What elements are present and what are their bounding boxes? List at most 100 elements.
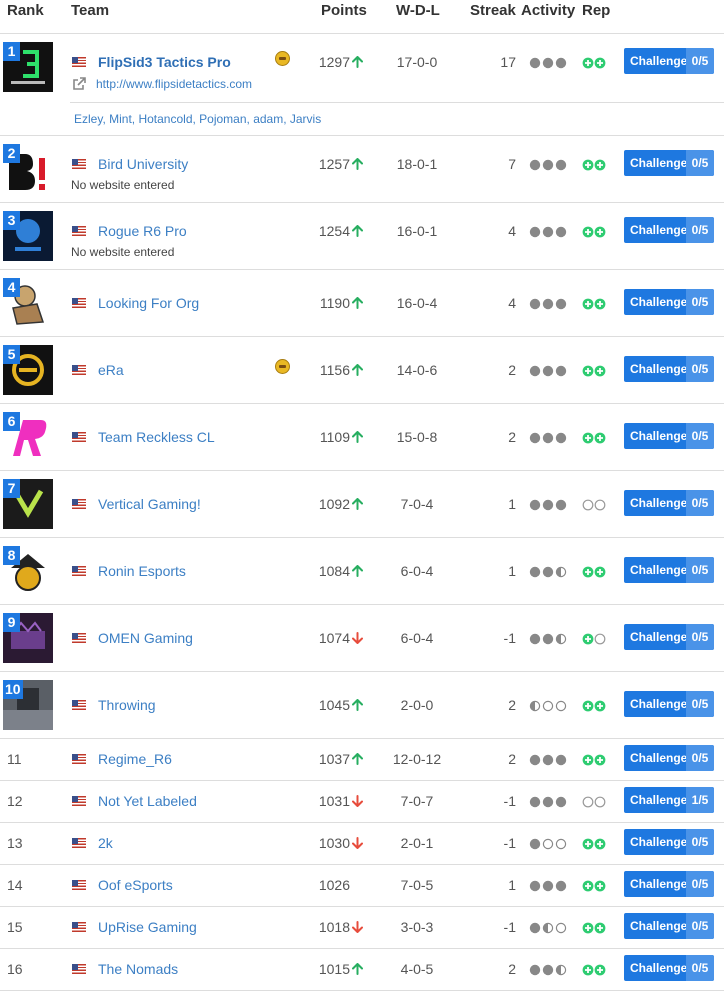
challenge-count: 0/5 <box>686 490 714 516</box>
team-name-link[interactable]: FlipSid3 Tactics Pro <box>98 54 231 70</box>
challenge-button[interactable]: Challenge 0/5 <box>624 745 714 771</box>
table-row: 8 Ronin Esports 1084 6-0-4 1 Challenge 0/5 <box>0 538 724 605</box>
reputation-icon <box>582 297 610 310</box>
reputation-icon <box>582 795 610 808</box>
table-row: 14 Oof eSports 1026 7-0-5 1 Challenge 0/5 <box>0 865 724 907</box>
us-flag-icon <box>72 57 86 67</box>
team-name-link[interactable]: Regime_R6 <box>98 751 172 767</box>
team-streak: 2 <box>508 961 516 977</box>
activity-indicator-icon <box>529 565 569 578</box>
team-streak: 4 <box>508 223 516 239</box>
challenge-count: 0/5 <box>686 955 714 981</box>
team-streak: -1 <box>503 630 516 646</box>
team-name-link[interactable]: The Nomads <box>98 961 178 977</box>
table-row: 10 Throwing 1045 2-0-0 2 Challenge 0/5 <box>0 672 724 739</box>
table-row: 9 OMEN Gaming 1074 6-0-4 -1 Challenge 0/5 <box>0 605 724 672</box>
ladder-table: 1 FlipSid3 Tactics Pro http://www.flipside… <box>0 34 724 991</box>
challenge-button[interactable]: Challenge 0/5 <box>624 150 714 176</box>
challenge-count: 0/5 <box>686 217 714 243</box>
challenge-button[interactable]: Challenge 0/5 <box>624 217 714 243</box>
rank-badge: 9 <box>3 613 20 632</box>
challenge-button[interactable]: Challenge 0/5 <box>624 829 714 855</box>
challenge-button[interactable]: Challenge 0/5 <box>624 423 714 449</box>
team-members-list[interactable]: Ezley, Mint, Hotancold, Pojoman, adam, J… <box>74 112 321 126</box>
challenge-button[interactable]: Challenge 0/5 <box>624 48 714 74</box>
challenge-button[interactable]: Challenge 0/5 <box>624 289 714 315</box>
rank-number: 13 <box>7 835 23 851</box>
team-points: 1092 <box>318 496 350 512</box>
challenge-button[interactable]: Challenge 0/5 <box>624 356 714 382</box>
challenge-label: Challenge <box>630 54 688 68</box>
team-points: 1254 <box>318 223 350 239</box>
reputation-icon <box>582 431 610 444</box>
challenge-button[interactable]: Challenge 1/5 <box>624 787 714 813</box>
team-points: 1084 <box>318 563 350 579</box>
team-name-link[interactable]: Bird University <box>98 156 188 172</box>
challenge-button[interactable]: Challenge 0/5 <box>624 624 714 650</box>
table-row: 16 The Nomads 1015 4-0-5 2 Challenge 0/5 <box>0 949 724 991</box>
challenge-button[interactable]: Challenge 0/5 <box>624 557 714 583</box>
reputation-icon <box>582 699 610 712</box>
team-record: 15-0-8 <box>396 429 438 445</box>
points-header[interactable]: Points <box>321 2 367 19</box>
activity-indicator-icon <box>529 56 569 69</box>
challenge-label: Challenge <box>630 835 688 849</box>
team-name-link[interactable]: eRa <box>98 362 124 378</box>
challenge-label: Challenge <box>630 877 688 891</box>
challenge-button[interactable]: Challenge 0/5 <box>624 490 714 516</box>
team-name-link[interactable]: Oof eSports <box>98 877 173 893</box>
team-record: 14-0-6 <box>396 362 438 378</box>
team-name-link[interactable]: Looking For Org <box>98 295 199 311</box>
activity-header[interactable]: Activity <box>521 2 575 19</box>
team-header[interactable]: Team <box>71 2 109 19</box>
team-record: 6-0-4 <box>400 630 434 646</box>
arrow-up-icon <box>352 698 363 711</box>
team-streak: 1 <box>508 496 516 512</box>
rep-header[interactable]: Rep <box>582 2 610 19</box>
team-points: 1109 <box>319 429 350 445</box>
team-name-link[interactable]: OMEN Gaming <box>98 630 193 646</box>
team-name-link[interactable]: Ronin Esports <box>98 563 186 579</box>
challenge-label: Challenge <box>630 751 688 765</box>
arrow-up-icon <box>352 962 363 975</box>
team-name-link[interactable]: Not Yet Labeled <box>98 793 197 809</box>
table-row: 15 UpRise Gaming 1018 3-0-3 -1 Challenge 0/5 <box>0 907 724 949</box>
team-name-link[interactable]: Vertical Gaming! <box>98 496 201 512</box>
activity-indicator-icon <box>529 837 569 850</box>
challenge-button[interactable]: Challenge 0/5 <box>624 955 714 981</box>
team-record: 16-0-1 <box>396 223 438 239</box>
activity-indicator-icon <box>529 431 569 444</box>
us-flag-icon <box>72 880 86 890</box>
team-points: 1015 <box>318 961 350 977</box>
challenge-button[interactable]: Challenge 0/5 <box>624 913 714 939</box>
team-website-link[interactable]: http://www.flipsidetactics.com <box>96 77 252 91</box>
team-streak: 1 <box>508 877 516 893</box>
arrow-up-icon <box>352 752 363 765</box>
challenge-label: Challenge <box>630 156 688 170</box>
challenge-count: 0/5 <box>686 745 714 771</box>
us-flag-icon <box>72 964 86 974</box>
rank-badge: 3 <box>3 211 20 230</box>
challenge-button[interactable]: Challenge 0/5 <box>624 691 714 717</box>
team-streak: -1 <box>503 793 516 809</box>
team-name-link[interactable]: Throwing <box>98 697 156 713</box>
challenge-label: Challenge <box>630 496 688 510</box>
external-link-icon[interactable] <box>72 77 86 91</box>
table-row: 11 Regime_R6 1037 12-0-12 2 Challenge 0/5 <box>0 739 724 781</box>
arrow-up-icon <box>352 430 363 443</box>
rank-badge: 5 <box>3 345 20 364</box>
reputation-icon <box>582 879 610 892</box>
team-name-link[interactable]: Rogue R6 Pro <box>98 223 187 239</box>
team-name-link[interactable]: UpRise Gaming <box>98 919 197 935</box>
us-flag-icon <box>72 633 86 643</box>
streak-header[interactable]: Streak <box>470 2 516 19</box>
us-flag-icon <box>72 298 86 308</box>
challenge-button[interactable]: Challenge 0/5 <box>624 871 714 897</box>
challenge-label: Challenge <box>630 429 688 443</box>
team-name-link[interactable]: 2k <box>98 835 113 851</box>
team-streak: 2 <box>508 751 516 767</box>
wdl-header[interactable]: W-D-L <box>396 2 440 19</box>
team-name-link[interactable]: Team Reckless CL <box>98 429 215 445</box>
activity-indicator-icon <box>529 753 569 766</box>
rank-header[interactable]: Rank <box>7 2 44 19</box>
